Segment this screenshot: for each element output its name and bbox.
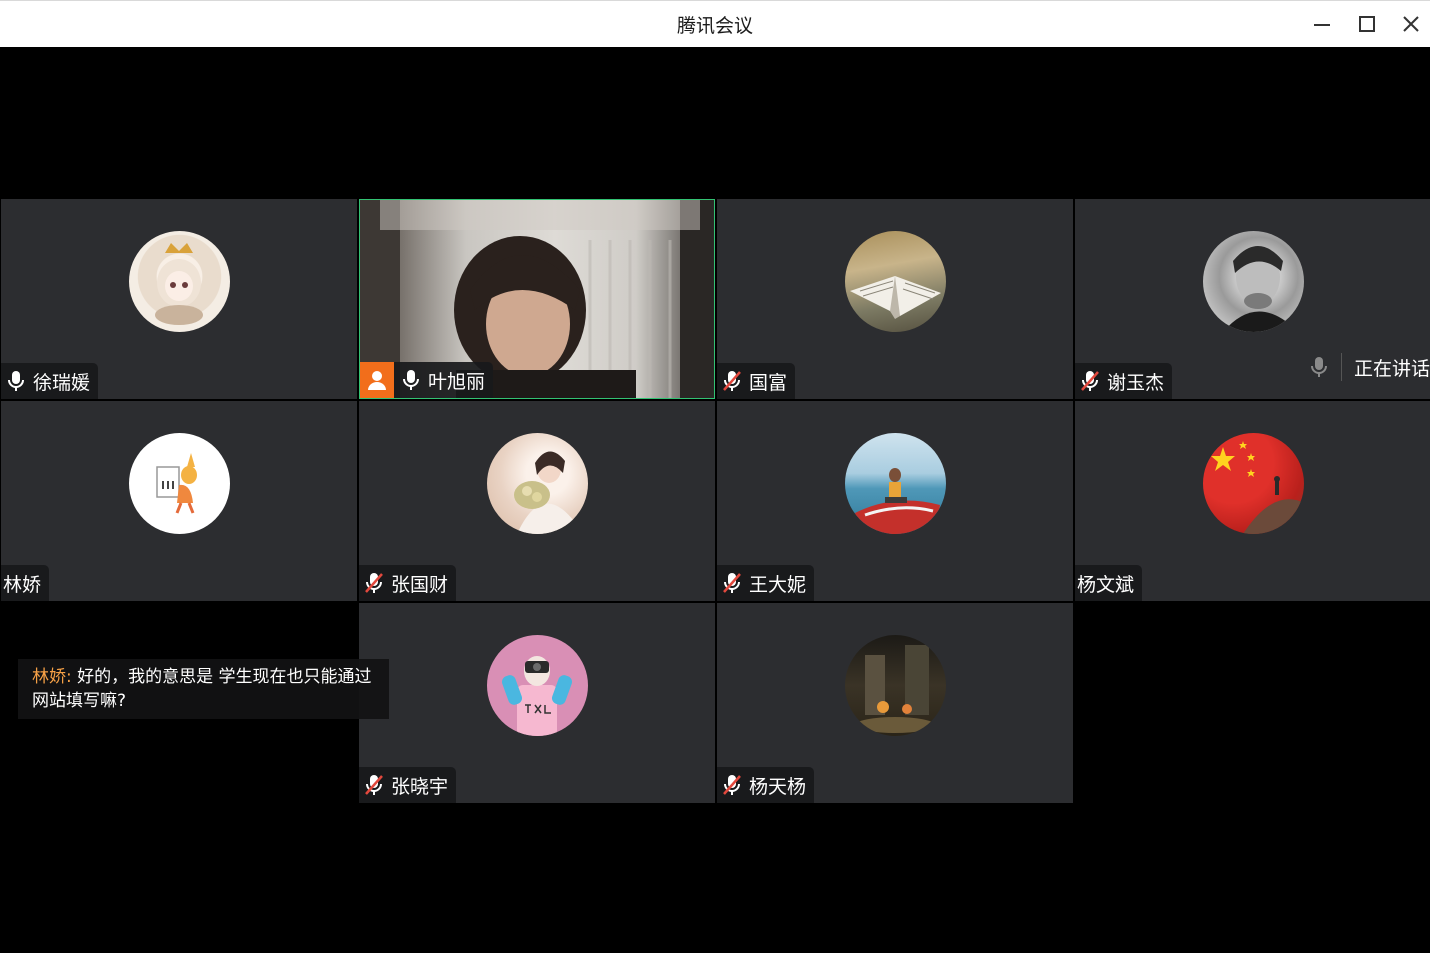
participant-tile[interactable]: 杨文斌 bbox=[1075, 401, 1430, 601]
avatar bbox=[1203, 231, 1304, 332]
microphone-icon bbox=[1310, 356, 1327, 378]
chat-message: 好的，我的意思是 学生现在也只能通过网站填写嘛? bbox=[32, 667, 372, 711]
maximize-icon bbox=[1359, 16, 1375, 32]
participant-name-tag: 张国财 bbox=[359, 565, 457, 601]
participant-name-tag: 杨文斌 bbox=[1075, 565, 1143, 601]
participant-name: 张国财 bbox=[391, 573, 449, 596]
participant-name: 林娇 bbox=[3, 573, 42, 596]
participant-name: 杨天杨 bbox=[749, 775, 807, 798]
participant-name-tag: 叶旭丽 bbox=[360, 362, 494, 398]
close-button[interactable] bbox=[1396, 9, 1426, 39]
participant-name: 王大妮 bbox=[749, 573, 807, 596]
participant-tile[interactable]: 林娇 bbox=[1, 401, 357, 601]
minimize-icon bbox=[1314, 24, 1330, 26]
video-grid: 徐瑞媛 叶旭丽 国富 谢玉杰 林娇 张国财 王大妮 杨文斌 张晓宇 杨天杨 bbox=[0, 47, 1430, 953]
participant-tile[interactable]: 国富 bbox=[717, 199, 1073, 399]
microphone-icon bbox=[400, 369, 422, 391]
microphone-muted-icon bbox=[721, 370, 743, 392]
microphone-muted-icon bbox=[721, 774, 743, 796]
avatar bbox=[845, 231, 946, 332]
minimize-button[interactable] bbox=[1307, 9, 1337, 39]
microphone-icon bbox=[5, 370, 27, 392]
host-badge bbox=[360, 362, 394, 398]
avatar bbox=[129, 433, 230, 534]
participant-tile[interactable]: 张国财 bbox=[359, 401, 715, 601]
microphone-muted-icon bbox=[721, 572, 743, 594]
participant-name-tag: 林娇 bbox=[1, 565, 50, 601]
avatar bbox=[845, 433, 946, 534]
participant-name-tag: 张晓宇 bbox=[359, 767, 457, 803]
avatar bbox=[129, 231, 230, 332]
participant-name: 张晓宇 bbox=[391, 775, 449, 798]
participant-tile[interactable]: 徐瑞媛 bbox=[1, 199, 357, 399]
participant-name-tag: 徐瑞媛 bbox=[1, 363, 99, 399]
participant-name: 徐瑞媛 bbox=[33, 371, 91, 394]
close-icon bbox=[1403, 16, 1419, 32]
participant-tile[interactable]: 王大妮 bbox=[717, 401, 1073, 601]
speaking-indicator: 正在讲话 bbox=[1310, 349, 1430, 385]
divider bbox=[1340, 353, 1342, 381]
title-bar: 腾讯会议 bbox=[0, 0, 1430, 47]
participant-tile[interactable]: 张晓宇 bbox=[359, 603, 715, 803]
chat-sender: 林娇: bbox=[32, 667, 72, 687]
window-title: 腾讯会议 bbox=[676, 15, 753, 37]
participant-name-tag: 杨天杨 bbox=[717, 767, 815, 803]
participant-name: 国富 bbox=[749, 371, 788, 394]
maximize-button[interactable] bbox=[1352, 9, 1382, 39]
participant-tile-active-speaker[interactable]: 叶旭丽 bbox=[359, 199, 715, 399]
speaking-label: 正在讲话 bbox=[1353, 357, 1430, 380]
avatar bbox=[845, 635, 946, 736]
user-icon bbox=[368, 371, 386, 390]
microphone-muted-icon bbox=[1079, 370, 1101, 392]
participant-name-tag: 谢玉杰 bbox=[1075, 363, 1173, 399]
avatar bbox=[1203, 433, 1304, 534]
participant-name-tag: 国富 bbox=[717, 363, 796, 399]
participant-name: 杨文斌 bbox=[1077, 573, 1135, 596]
participant-name: 叶旭丽 bbox=[428, 370, 486, 393]
participant-tile[interactable]: 杨天杨 bbox=[717, 603, 1073, 803]
microphone-muted-icon bbox=[363, 572, 385, 594]
avatar bbox=[487, 635, 588, 736]
avatar bbox=[487, 433, 588, 534]
participant-name-tag: 王大妮 bbox=[717, 565, 815, 601]
microphone-muted-icon bbox=[363, 774, 385, 796]
participant-name: 谢玉杰 bbox=[1107, 371, 1165, 394]
chat-notification[interactable]: 林娇: 好的，我的意思是 学生现在也只能通过网站填写嘛? bbox=[18, 659, 389, 719]
